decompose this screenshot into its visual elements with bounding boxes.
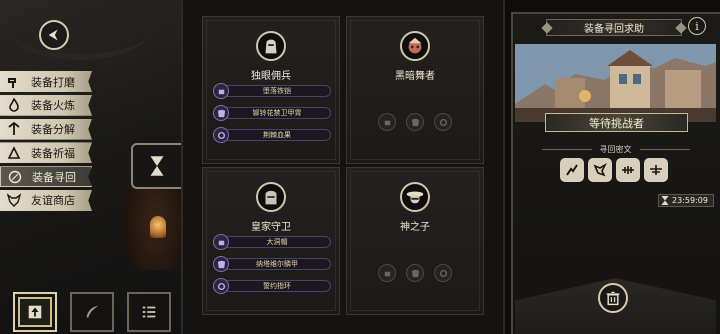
menu-item-label: 装备祈福 — [31, 146, 75, 160]
hero-name: 黑暗舞者 — [395, 71, 435, 82]
boss-illustration — [515, 44, 716, 122]
menu-item-forge[interactable]: 装备火炼 — [0, 94, 92, 116]
clue-section-label: 寻回密文 — [515, 143, 716, 155]
ring-icon — [213, 127, 229, 143]
feather-icon — [86, 305, 99, 318]
empty-armor-slot-icon[interactable] — [406, 264, 424, 282]
clue-section-text: 寻回密文 — [599, 144, 632, 154]
countdown-timer: 23:59:09 — [658, 194, 714, 207]
empty-equipment-slots — [347, 264, 483, 282]
equipment-slot[interactable]: 荆棘血果 — [213, 127, 331, 143]
avatar — [256, 31, 286, 61]
menu-item-label: 装备火炼 — [31, 99, 75, 113]
up-arrow-icon — [28, 305, 42, 319]
town-scene-image — [515, 44, 716, 122]
hero-card-one-eyed-mercenary[interactable]: 独眼佣兵 堕落铁铠 铆铃花禁卫甲胄 荆棘血果 — [202, 16, 340, 164]
menu-item-label: 装备寻回 — [32, 170, 76, 184]
equipment-name: 荆棘血果 — [223, 129, 331, 141]
panel-title: 装备寻回求助 — [546, 19, 682, 36]
ring-icon — [213, 278, 229, 294]
trash-icon — [606, 291, 620, 306]
menu-item-label: 装备分解 — [31, 123, 75, 137]
pray-icon — [7, 146, 21, 160]
compass-icon — [8, 170, 22, 184]
empty-gauntlet-slot-icon[interactable] — [378, 264, 396, 282]
fox-icon — [7, 193, 21, 208]
empty-ring-slot-icon[interactable] — [434, 113, 452, 131]
delete-button[interactable] — [598, 283, 628, 313]
mercenary-portrait-icon — [265, 39, 277, 54]
hero-card-royal-guard[interactable]: 皇家守卫 大洞帽 纳塔维尔鳞甲 誓约指环 — [202, 167, 340, 315]
armor-icon — [213, 256, 229, 272]
equipment-slot[interactable]: 铆铃花禁卫甲胄 — [213, 105, 331, 121]
hero-card-child-of-god[interactable]: 神之子 — [346, 167, 484, 315]
armor-icon — [213, 105, 229, 121]
split-icon — [7, 122, 21, 136]
equipment-name: 大洞帽 — [223, 236, 331, 248]
upload-button[interactable] — [13, 292, 57, 332]
gauntlet-icon — [213, 83, 229, 99]
menu-item-polish[interactable]: 装备打磨 — [0, 71, 92, 92]
background-arch — [10, 0, 150, 60]
avatar — [256, 182, 286, 212]
challenge-status: 等待挑战者 — [545, 113, 688, 132]
empty-ring-slot-icon[interactable] — [434, 264, 452, 282]
menu-item-label: 友谊商店 — [31, 194, 75, 208]
equipment-slot[interactable]: 誓约指环 — [213, 278, 331, 294]
equipment-slot[interactable]: 大洞帽 — [213, 234, 331, 250]
empty-gauntlet-slot-icon[interactable] — [378, 113, 396, 131]
avatar — [400, 182, 430, 212]
hourglass-side-tab[interactable] — [131, 143, 183, 189]
equipment-slot[interactable]: 纳塔维尔鳞甲 — [213, 256, 331, 272]
menu-item-bless[interactable]: 装备祈福 — [0, 142, 92, 164]
menu-item-label: 装备打磨 — [31, 75, 75, 89]
menu-item-friend-shop[interactable]: 友谊商店 — [0, 189, 92, 211]
guard-portrait-icon — [265, 190, 277, 205]
hourglass-icon — [150, 156, 164, 176]
gauntlet-icon — [213, 234, 229, 250]
feather-button[interactable] — [70, 292, 114, 332]
equipment-slot[interactable]: 堕落铁铠 — [213, 83, 331, 99]
list-button[interactable] — [127, 292, 171, 332]
clue-glyph-2-icon — [588, 158, 612, 182]
countdown-value: 23:59:09 — [672, 196, 708, 205]
equipment-menu: 装备打磨 装备火炼 装备分解 装备祈福 装备寻回 友谊商店 — [0, 71, 100, 214]
clue-glyph-1-icon — [560, 158, 584, 182]
hammer-icon — [7, 75, 21, 89]
menu-item-retrieve[interactable]: 装备寻回 — [0, 166, 92, 188]
hero-name: 神之子 — [400, 222, 430, 233]
equipment-name: 堕落铁铠 — [223, 85, 331, 97]
child-of-god-portrait-icon — [406, 191, 424, 204]
back-button[interactable] — [39, 20, 69, 50]
background-lamp — [150, 216, 166, 238]
back-arrow-icon — [48, 29, 58, 41]
hero-name: 皇家守卫 — [251, 222, 291, 233]
flame-icon — [7, 98, 21, 113]
info-button[interactable]: i — [688, 17, 706, 35]
empty-armor-slot-icon[interactable] — [406, 113, 424, 131]
clue-glyph-3-icon — [616, 158, 640, 182]
hero-card-dark-dancer[interactable]: 黑暗舞者 — [346, 16, 484, 164]
avatar — [400, 31, 430, 61]
list-icon — [142, 306, 156, 318]
hero-name: 独眼佣兵 — [251, 71, 291, 82]
clue-glyph-4-icon — [644, 158, 668, 182]
dancer-portrait-icon — [408, 37, 422, 54]
menu-item-disassemble[interactable]: 装备分解 — [0, 118, 92, 140]
equipment-name: 誓约指环 — [223, 280, 331, 292]
hourglass-icon — [661, 196, 669, 205]
equipment-name: 铆铃花禁卫甲胄 — [223, 107, 331, 119]
equipment-name: 纳塔维尔鳞甲 — [223, 258, 331, 270]
clue-glyphs — [560, 158, 668, 182]
empty-equipment-slots — [347, 113, 483, 131]
